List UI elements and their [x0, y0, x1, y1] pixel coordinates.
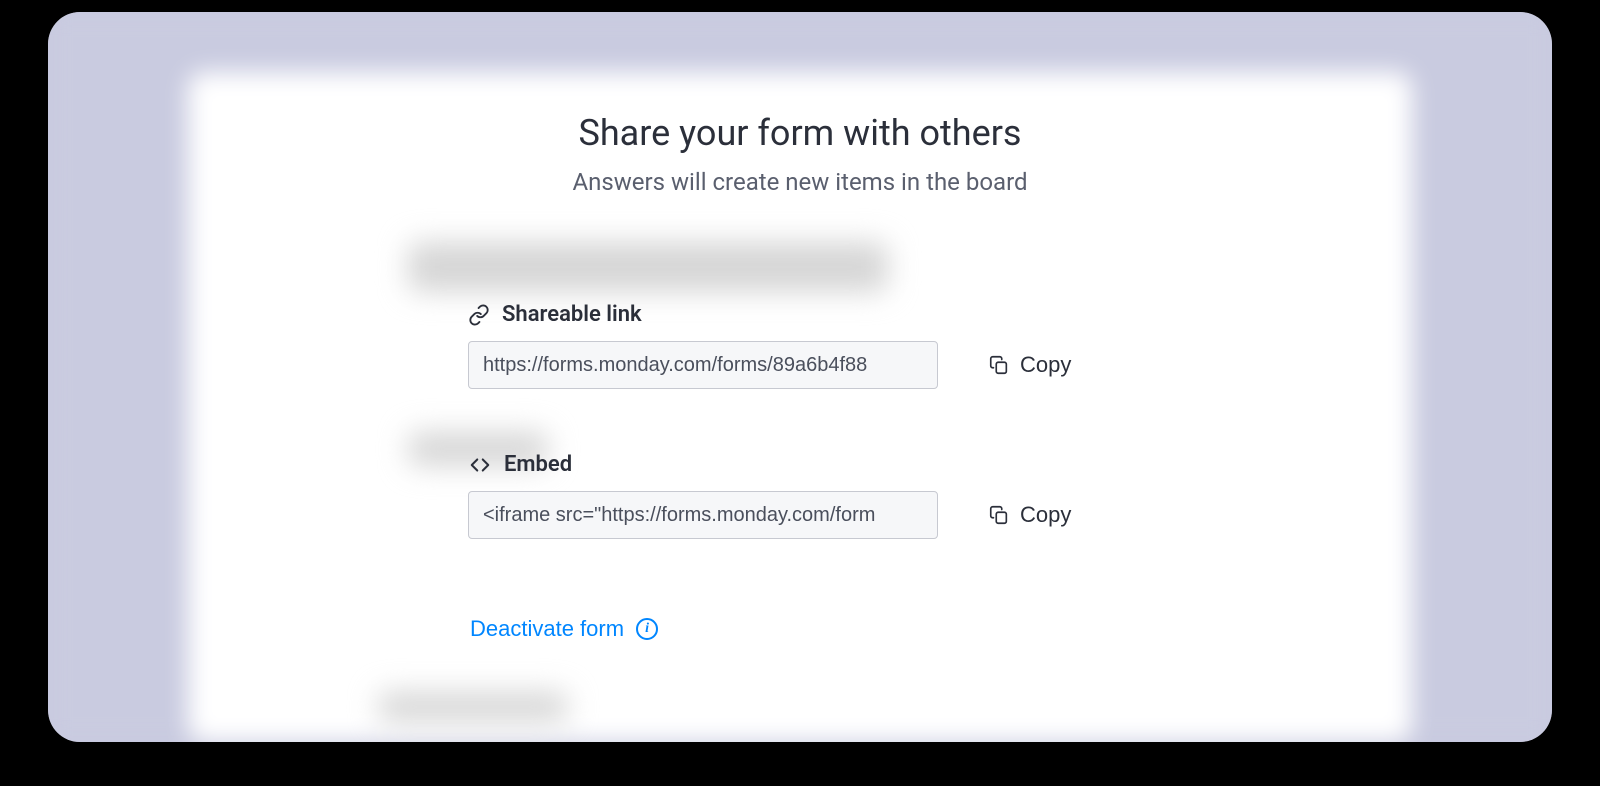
- embed-section: Embed Copy: [468, 452, 1188, 539]
- copy-link-label: Copy: [1020, 352, 1071, 378]
- dialog-title: Share your form with others: [410, 112, 1190, 154]
- code-icon: [468, 454, 492, 476]
- shareable-link-label: Shareable link: [502, 302, 642, 327]
- background-blob: [378, 692, 568, 722]
- copy-icon: [988, 504, 1010, 526]
- dialog-header: Share your form with others Answers will…: [410, 112, 1190, 196]
- share-form-dialog: Share your form with others Answers will…: [48, 12, 1552, 742]
- shareable-link-input[interactable]: [468, 341, 938, 389]
- copy-icon: [988, 354, 1010, 376]
- embed-header: Embed: [468, 452, 1188, 477]
- copy-embed-label: Copy: [1020, 502, 1071, 528]
- link-icon: [468, 304, 490, 326]
- embed-label: Embed: [504, 452, 572, 477]
- embed-row: Copy: [468, 491, 1188, 539]
- shareable-link-section: Shareable link Copy: [468, 302, 1188, 389]
- background-blob: [408, 242, 888, 292]
- dialog-subtitle: Answers will create new items in the boa…: [410, 168, 1190, 196]
- copy-link-button[interactable]: Copy: [984, 346, 1075, 384]
- copy-embed-button[interactable]: Copy: [984, 496, 1075, 534]
- info-icon[interactable]: i: [636, 618, 658, 640]
- shareable-link-row: Copy: [468, 341, 1188, 389]
- shareable-link-header: Shareable link: [468, 302, 1188, 327]
- embed-code-input[interactable]: [468, 491, 938, 539]
- deactivate-form-label: Deactivate form: [470, 616, 624, 642]
- deactivate-form-button[interactable]: Deactivate form i: [468, 612, 660, 646]
